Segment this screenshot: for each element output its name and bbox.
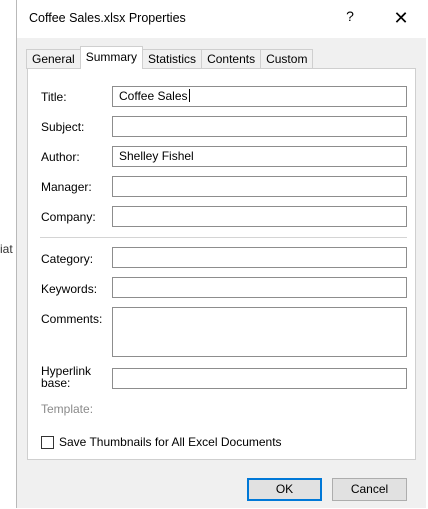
hyperlink-base-field[interactable]: [112, 368, 407, 389]
save-thumbnails-checkbox[interactable]: [41, 435, 54, 449]
background-text-fragment: iat: [0, 242, 13, 256]
text-caret: [188, 89, 190, 102]
close-icon: ✕: [393, 8, 409, 28]
properties-dialog: Coffee Sales.xlsx Properties ? ✕ General…: [16, 0, 426, 508]
keywords-label: Keywords:: [41, 282, 98, 296]
author-label: Author:: [41, 150, 80, 164]
hyperlink-base-label-line2: base:: [41, 376, 71, 390]
keywords-field[interactable]: [112, 277, 407, 298]
manager-field[interactable]: [112, 176, 407, 197]
category-field[interactable]: [112, 247, 407, 268]
company-field[interactable]: [112, 206, 407, 227]
subject-label: Subject:: [41, 120, 85, 134]
company-label: Company:: [41, 210, 96, 224]
save-thumbnails-label: Save Thumbnails for All Excel Documents: [59, 435, 282, 449]
section-divider: [40, 237, 407, 238]
tab-summary[interactable]: Summary: [79, 46, 144, 69]
ok-button[interactable]: OK: [247, 478, 322, 501]
subject-field[interactable]: [112, 116, 407, 137]
tab-custom[interactable]: Custom: [260, 49, 314, 69]
comments-field[interactable]: [112, 307, 407, 357]
author-field[interactable]: Shelley Fishel: [112, 146, 407, 167]
tab-general[interactable]: General: [26, 49, 81, 69]
save-thumbnails-option[interactable]: Save Thumbnails for All Excel Documents: [41, 435, 282, 449]
template-label: Template:: [41, 402, 94, 416]
manager-label: Manager:: [41, 180, 92, 194]
help-button[interactable]: ?: [340, 8, 360, 28]
tab-contents[interactable]: Contents: [201, 49, 262, 69]
tab-strip: General Summary Statistics Contents Cust…: [26, 46, 314, 69]
close-button[interactable]: ✕: [389, 7, 413, 31]
category-label: Category:: [41, 252, 94, 266]
cancel-button[interactable]: Cancel: [332, 478, 407, 501]
title-label: Title:: [41, 90, 67, 104]
dialog-titlebar: Coffee Sales.xlsx Properties ? ✕: [17, 0, 426, 38]
title-field[interactable]: Coffee Sales: [112, 86, 407, 107]
comments-label: Comments:: [41, 312, 103, 326]
tab-statistics[interactable]: Statistics: [142, 49, 203, 69]
dialog-title: Coffee Sales.xlsx Properties: [29, 11, 186, 25]
summary-panel: Title: Coffee Sales Subject: Author: She…: [27, 68, 416, 460]
title-field-value: Coffee Sales: [119, 89, 188, 103]
